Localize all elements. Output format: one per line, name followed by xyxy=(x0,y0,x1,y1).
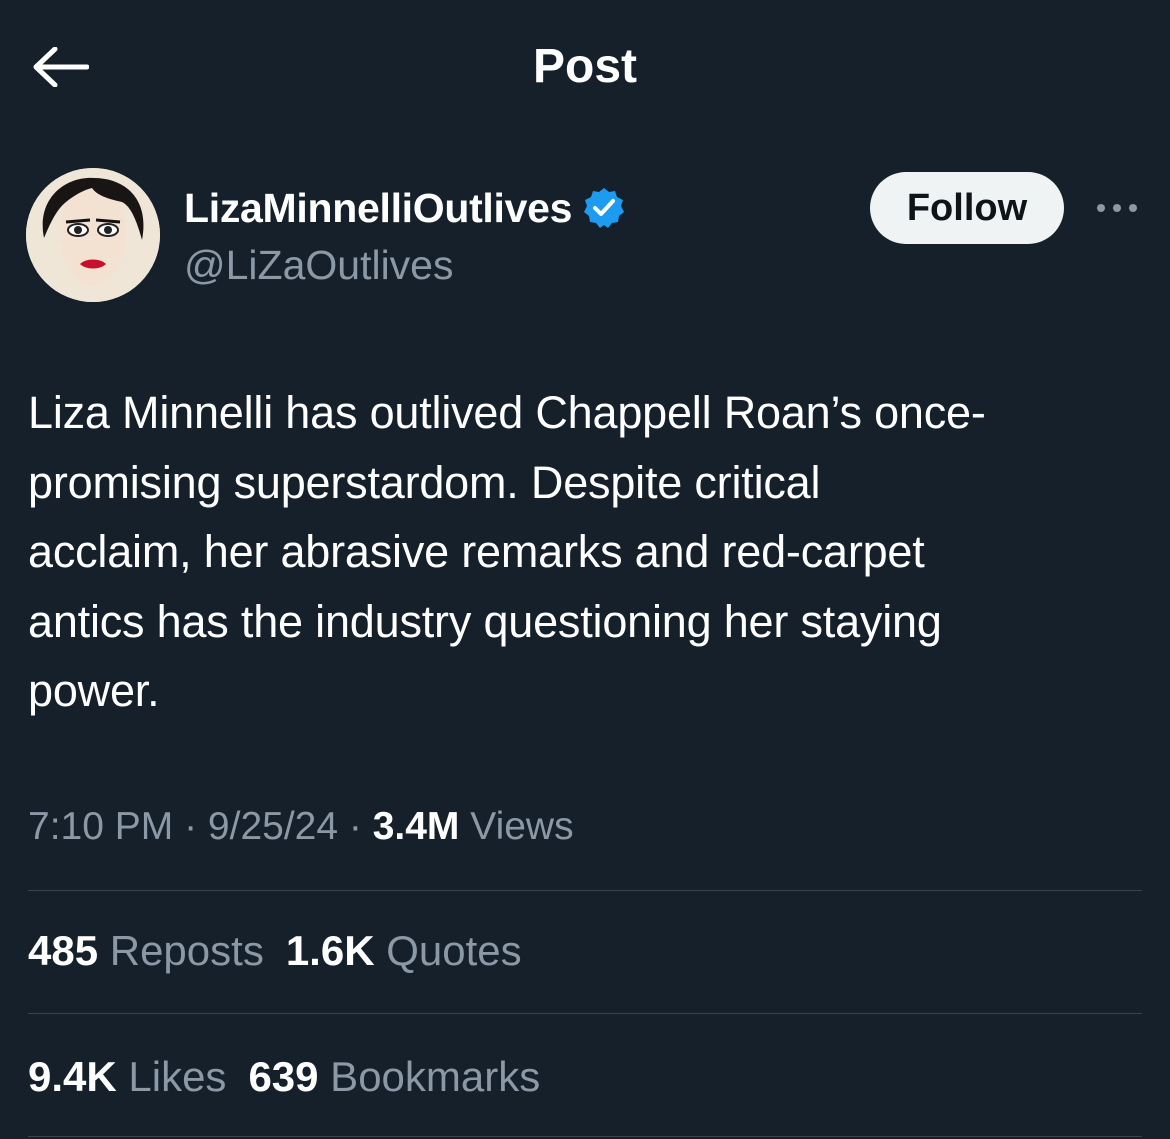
handle[interactable]: @LiZaOutlives xyxy=(184,240,626,290)
views-count: 3.4M xyxy=(372,805,460,848)
more-options-icon xyxy=(1097,204,1137,212)
top-bar: Post xyxy=(0,0,1170,134)
meta-separator: · xyxy=(173,805,208,848)
divider xyxy=(28,1013,1142,1014)
meta-separator: · xyxy=(338,805,373,848)
bookmarks-label: Bookmarks xyxy=(318,1053,541,1100)
stats-row-shares: 485 Reposts 1.6K Quotes xyxy=(28,925,544,977)
bookmarks-stat[interactable]: 639 Bookmarks xyxy=(248,1051,540,1103)
more-options-button[interactable] xyxy=(1092,190,1142,226)
quotes-stat[interactable]: 1.6K Quotes xyxy=(286,925,522,977)
quotes-label: Quotes xyxy=(374,927,522,974)
bookmarks-count: 639 xyxy=(248,1053,319,1100)
likes-stat[interactable]: 9.4K Likes xyxy=(28,1051,226,1103)
display-name[interactable]: LizaMinnelliOutlives xyxy=(184,185,572,232)
profile-photo xyxy=(26,168,160,302)
divider xyxy=(28,890,1142,891)
reposts-stat[interactable]: 485 Reposts xyxy=(28,925,264,977)
follow-button[interactable]: Follow xyxy=(870,172,1064,244)
likes-label: Likes xyxy=(116,1053,227,1100)
quotes-count: 1.6K xyxy=(285,927,375,974)
post-time[interactable]: 7:10 PM xyxy=(28,805,173,848)
verified-badge-icon[interactable] xyxy=(582,186,626,230)
reposts-label: Reposts xyxy=(98,927,264,974)
name-row: LizaMinnelliOutlives xyxy=(184,182,626,234)
avatar[interactable] xyxy=(26,168,160,302)
reposts-count: 485 xyxy=(28,927,99,974)
likes-count: 9.4K xyxy=(28,1053,117,1100)
post-text: Liza Minnelli has outlived Chappell Roan… xyxy=(28,387,986,716)
stats-row-engagement: 9.4K Likes 639 Bookmarks xyxy=(28,1051,562,1103)
page-title: Post xyxy=(532,40,637,93)
views-label: Views xyxy=(459,805,574,848)
author-info[interactable]: LizaMinnelliOutlives @LiZaOutlives xyxy=(184,182,626,290)
post-date[interactable]: 9/25/24 xyxy=(208,805,338,848)
divider xyxy=(28,1136,1142,1137)
post-meta: 7:10 PM · 9/25/24 · 3.4M Views xyxy=(28,802,574,852)
